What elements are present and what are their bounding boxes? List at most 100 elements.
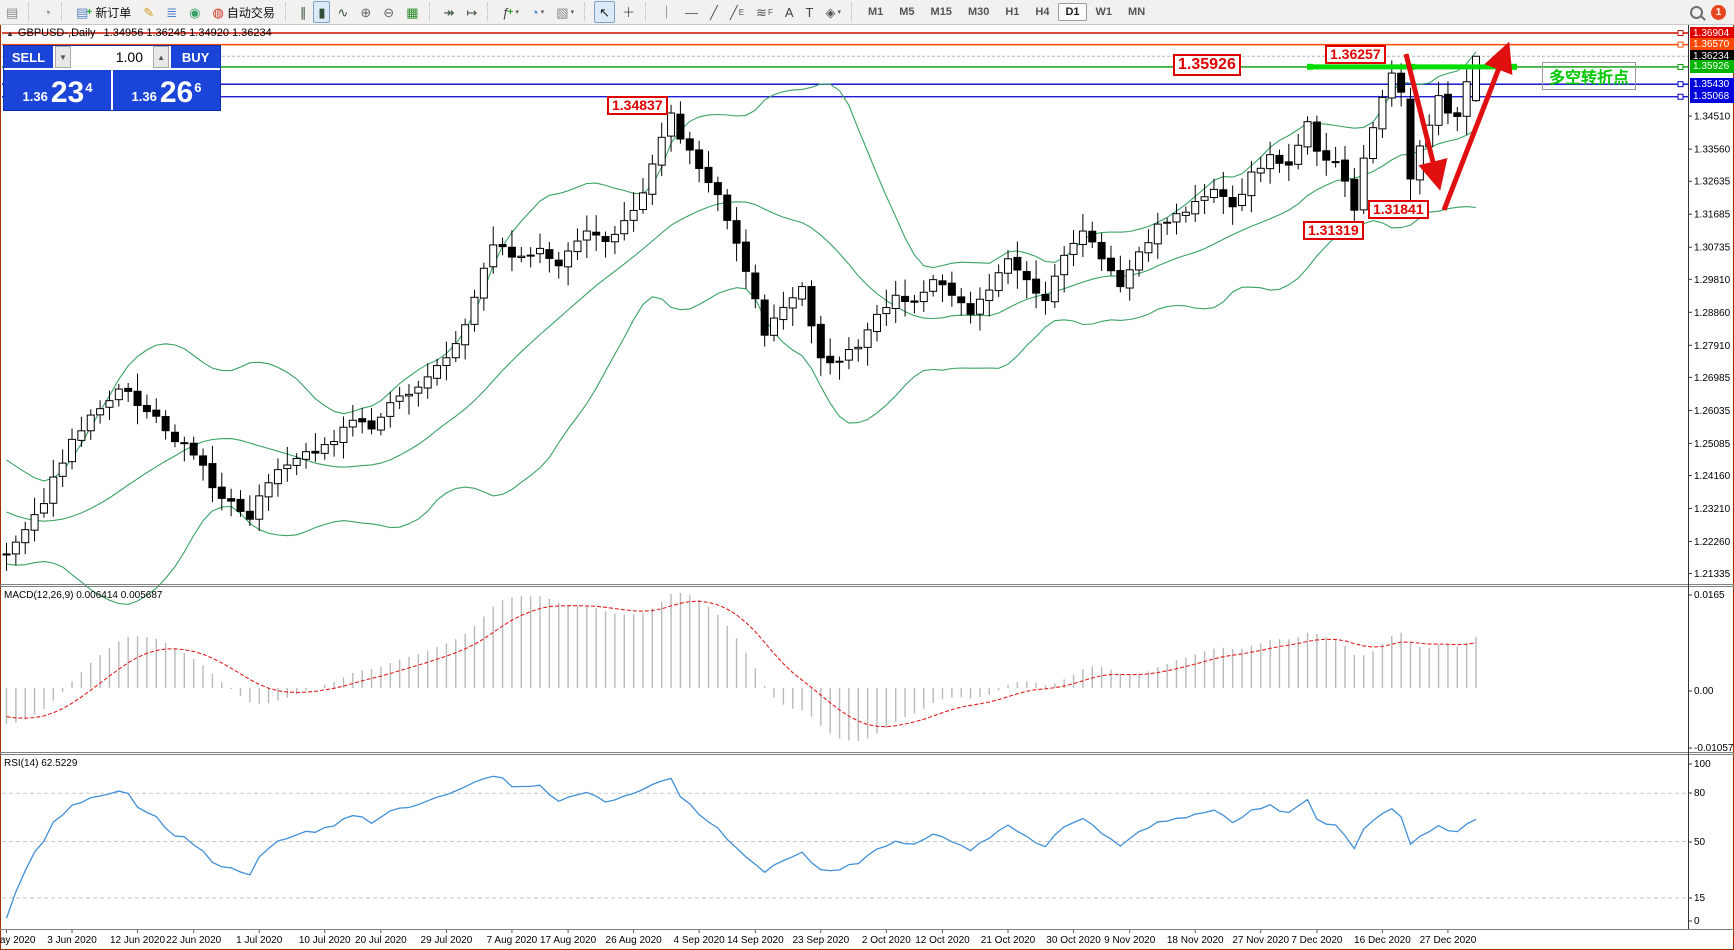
shapes-button[interactable]: ◈▾ [820,1,846,23]
search-icon[interactable] [1690,6,1703,19]
templates-button[interactable]: ▧▾ [551,1,579,23]
notification-badge[interactable]: 1 [1711,5,1726,20]
svg-text:50: 50 [1694,837,1706,848]
timeframe-w1[interactable]: W1 [1089,3,1120,21]
periods-button[interactable]: ◔▾ [526,1,549,23]
volume-decrease-button[interactable]: ▼ [55,46,71,68]
auto-scroll-button[interactable]: ↠ [439,1,460,23]
sell-price-pips: 23 [51,79,84,107]
indicators-button[interactable]: ƒ+▾ [497,1,524,23]
crayon-icon[interactable]: ✎ [138,1,159,23]
svg-text:1 Jul 2020: 1 Jul 2020 [236,935,283,946]
svg-text:1.27910: 1.27910 [1694,341,1731,352]
svg-text:4 Sep 2020: 4 Sep 2020 [674,935,726,946]
svg-text:30 Oct 2020: 30 Oct 2020 [1046,935,1101,946]
tile-windows-button[interactable]: ▦ [401,1,423,23]
mt4-window: 1.345101.335601.326351.316851.307351.298… [0,0,1734,950]
svg-text:1.24160: 1.24160 [1694,471,1731,482]
vertical-line-button[interactable]: ｜ [655,1,678,23]
trendline-button[interactable]: ╱ [705,1,723,23]
svg-text:1.25085: 1.25085 [1694,439,1731,450]
timeframe-m30[interactable]: M30 [961,3,996,21]
candlestick-button[interactable]: ▮ [313,1,330,23]
svg-text:1.34510: 1.34510 [1694,112,1731,123]
svg-text:2 Oct 2020: 2 Oct 2020 [862,935,911,946]
svg-text:18 Nov 2020: 18 Nov 2020 [1167,935,1224,946]
history-center-icon[interactable]: ≣ [161,1,182,23]
price-annotation-136257[interactable]: 1.36257 [1325,45,1386,64]
svg-text:21 Oct 2020: 21 Oct 2020 [981,935,1036,946]
timeframe-m15[interactable]: M15 [924,3,959,21]
toolbar-button-group: ▤ ◔ ▤+新订单✎≣◉◍自动交易 ∥▮∿⊕⊖▦ ↠↦ ƒ+▾◔▾▧▾ ↖＋ ｜—╱╱E≋FA… [0,1,860,23]
bar-chart-button[interactable]: ∥ [295,1,312,23]
svg-text:3 Jun 2020: 3 Jun 2020 [47,935,97,946]
price-annotation-135926[interactable]: 1.35926 [1173,54,1241,76]
sell-price-base: 1.36 [23,89,48,104]
one-click-trading-panel: SELL ▼ ▲ BUY 1.36 23 4 1.36 26 6 [3,45,221,111]
svg-text:14 Sep 2020: 14 Sep 2020 [727,935,784,946]
timeframe-mn[interactable]: MN [1121,3,1152,21]
svg-text:0.0165: 0.0165 [1694,590,1725,601]
svg-text:29 Jul 2020: 29 Jul 2020 [421,935,473,946]
zoom-in-button[interactable]: ⊕ [355,1,376,23]
svg-text:0: 0 [1694,916,1700,927]
svg-text:1.31685: 1.31685 [1694,210,1731,221]
svg-text:25 May 2020: 25 May 2020 [0,935,36,946]
line-chart-button[interactable]: ∿ [332,1,353,23]
turning-point-text[interactable]: 多空转折点 [1542,62,1636,90]
price-annotation-131319[interactable]: 1.31319 [1303,221,1364,240]
axis-price-label: 1.35068 [1690,90,1734,103]
crosshair-button[interactable]: ＋ [617,1,640,23]
svg-text:12 Jun 2020: 12 Jun 2020 [110,935,165,946]
buy-price[interactable]: 1.36 26 6 [113,70,220,110]
text-button[interactable]: A [780,1,799,23]
svg-text:-0.010571: -0.010571 [1694,743,1734,754]
svg-text:1.28860: 1.28860 [1694,308,1731,319]
sell-button[interactable]: SELL [4,46,55,68]
symbol-period-label: GBPUSD-,Daily [18,27,96,39]
toolbar-separator [487,3,492,21]
rsi-indicator-label: RSI(14) 62.5229 [4,758,77,769]
buy-price-pips: 26 [160,79,193,107]
svg-text:23 Sep 2020: 23 Sep 2020 [792,935,849,946]
chart-shift-button[interactable]: ↦ [461,1,482,23]
price-annotation-131841[interactable]: 1.31841 [1368,200,1429,219]
channel-button[interactable]: ╱E [725,1,749,23]
timeframe-m1[interactable]: M1 [861,3,890,21]
chart-title: ▲GBPUSD-,Daily1.34956 1.36245 1.34920 1.… [6,27,272,39]
price-annotation-134837[interactable]: 1.34837 [607,96,668,115]
svg-text:0.00: 0.00 [1694,686,1714,697]
svg-text:7 Aug 2020: 7 Aug 2020 [487,935,538,946]
volume-input[interactable] [71,46,153,68]
timeframe-d1[interactable]: D1 [1058,3,1086,21]
charts-list-icon[interactable]: ▤ [1,1,23,23]
svg-text:20 Jul 2020: 20 Jul 2020 [355,935,407,946]
autotrading-button[interactable]: ◍自动交易 [207,1,279,23]
buy-button[interactable]: BUY [169,46,220,68]
timeframe-h1[interactable]: H1 [998,3,1026,21]
chart-canvas[interactable]: 1.345101.335601.326351.316851.307351.298… [0,0,1734,950]
horizontal-line-button[interactable]: — [680,1,703,23]
svg-text:17 Aug 2020: 17 Aug 2020 [540,935,597,946]
fibonacci-button[interactable]: ≋F [751,1,778,23]
toolbar-separator [285,3,290,21]
ohlc-quotes: 1.34956 1.36245 1.34920 1.36234 [104,27,272,39]
macd-indicator-label: MACD(12,26,9) 0.006414 0.005687 [4,590,162,601]
cursor-button[interactable]: ↖ [594,1,615,23]
tick-chart-icon[interactable]: ◔ [38,1,56,23]
svg-text:1.26985: 1.26985 [1694,373,1731,384]
sell-price[interactable]: 1.36 23 4 [4,70,113,110]
toolbar-right-group: 1 [1690,5,1734,20]
timeframe-h4[interactable]: H4 [1028,3,1056,21]
svg-text:80: 80 [1694,788,1706,799]
zoom-out-button[interactable]: ⊖ [378,1,399,23]
label-button[interactable]: T [801,1,819,23]
svg-text:9 Nov 2020: 9 Nov 2020 [1104,935,1156,946]
new-order-button[interactable]: ▤+新订单 [71,1,136,23]
toolbar-separator [429,3,434,21]
svg-text:1.23210: 1.23210 [1694,504,1731,515]
volume-increase-button[interactable]: ▲ [153,46,169,68]
toolbar-separator [28,3,33,21]
signals-icon[interactable]: ◉ [184,1,205,23]
timeframe-m5[interactable]: M5 [892,3,921,21]
